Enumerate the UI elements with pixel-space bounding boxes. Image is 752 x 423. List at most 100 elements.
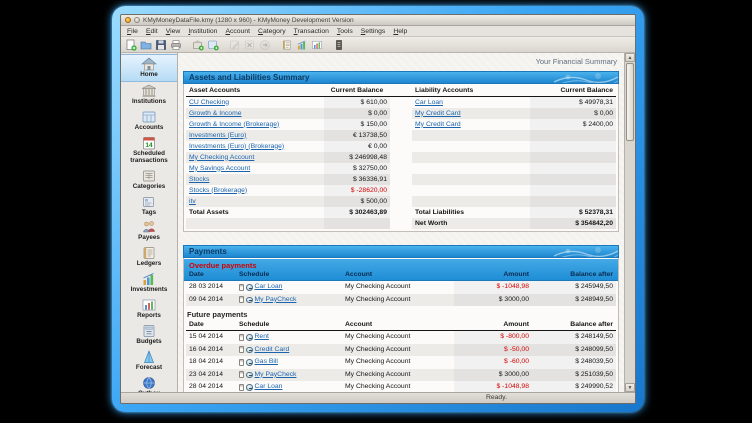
- skip-schedule-icon[interactable]: [246, 297, 253, 304]
- scroll-up-arrow-icon[interactable]: ▲: [625, 53, 635, 62]
- account-link-car-loan[interactable]: Car Loan: [415, 99, 443, 106]
- schedule-link-my-paycheck[interactable]: My PayCheck: [255, 296, 297, 304]
- goto-ledger-icon: [258, 38, 271, 51]
- sidebar-item-payees[interactable]: Payees: [121, 218, 177, 244]
- assets-liabilities-table: Asset Accounts Current Balance Liability…: [186, 85, 616, 229]
- payment-balance-after: $ 245949,50: [532, 281, 616, 294]
- enter-schedule-icon[interactable]: [239, 384, 244, 391]
- sidebar-item-label: Investments: [131, 287, 168, 294]
- enter-schedule-icon[interactable]: [239, 371, 244, 378]
- skip-schedule-icon[interactable]: [246, 384, 253, 391]
- window-title: KMyMoneyDataFile.kmy (1280 x 960) - KMyM…: [143, 17, 354, 24]
- detail-icon[interactable]: [332, 38, 345, 51]
- menu-account[interactable]: Account: [221, 28, 254, 35]
- column-header-liability-accounts: Liability Accounts: [412, 85, 530, 97]
- sidebar-item-institutions[interactable]: Institutions: [121, 82, 177, 108]
- account-name-cell: [412, 152, 530, 163]
- skip-schedule-icon[interactable]: [246, 372, 253, 379]
- payment-amount: $ -1048,98: [454, 281, 532, 294]
- payment-balance-after: $ 248149,50: [532, 331, 616, 344]
- account-name-cell: Net Worth: [412, 218, 530, 229]
- account-balance-cell: [324, 218, 390, 229]
- desktop-background: KMyMoneyDataFile.kmy (1280 x 960) - KMyM…: [0, 0, 752, 423]
- column-spacer: [390, 108, 412, 119]
- payment-account: My Checking Account: [342, 381, 454, 392]
- schedule-link-gas-bill[interactable]: Gas Bill: [255, 358, 278, 366]
- menu-file[interactable]: File: [123, 28, 142, 35]
- account-link-investments-euro[interactable]: Investments (Euro): [189, 132, 246, 139]
- payment-date: 28 03 2014: [186, 281, 236, 294]
- payments-section: Payments Overdue payments: [183, 245, 619, 392]
- scrollbar-thumb[interactable]: [626, 63, 634, 141]
- column-header-amount: Amount: [454, 320, 532, 331]
- account-link-stocks-brokerage[interactable]: Stocks (Brokerage): [189, 187, 247, 194]
- sidebar-item-label: Categories: [133, 184, 166, 191]
- skip-schedule-icon[interactable]: [246, 347, 253, 354]
- enter-schedule-icon[interactable]: [239, 346, 244, 353]
- title-bar: KMyMoneyDataFile.kmy (1280 x 960) - KMyM…: [121, 15, 635, 26]
- account-link-my-credit-card[interactable]: My Credit Card: [415, 121, 461, 128]
- sidebar-item-investments[interactable]: Investments: [121, 270, 177, 296]
- menu-help[interactable]: Help: [389, 28, 411, 35]
- skip-schedule-icon[interactable]: [246, 334, 253, 341]
- menu-view[interactable]: View: [162, 28, 185, 35]
- new-account-icon[interactable]: [206, 38, 219, 51]
- reports-icon[interactable]: [310, 38, 323, 51]
- schedule-link-car-loan[interactable]: Car Loan: [255, 283, 283, 291]
- future-payments-title: Future payments: [187, 310, 616, 319]
- schedule-link-rent[interactable]: Rent: [255, 333, 269, 341]
- menu-institution[interactable]: Institution: [184, 28, 221, 35]
- account-link-growth-income[interactable]: Growth & Income: [189, 110, 242, 117]
- account-link-investments-euro-brokerage[interactable]: Investments (Euro) (Brokerage): [189, 143, 284, 150]
- account-link-my-credit-card[interactable]: My Credit Card: [415, 110, 461, 117]
- schedule-link-credit-card[interactable]: Credit Card: [255, 346, 290, 354]
- menu-settings[interactable]: Settings: [357, 28, 390, 35]
- sidebar-item-budgets[interactable]: Budgets: [121, 322, 177, 348]
- overdue-payments-title: Overdue payments: [186, 259, 616, 270]
- print-icon[interactable]: [169, 38, 182, 51]
- account-link-my-savings-account[interactable]: My Savings Account: [189, 165, 250, 172]
- account-link-stocks[interactable]: Stocks: [189, 176, 209, 183]
- schedule-link-my-paycheck[interactable]: My PayCheck: [255, 371, 297, 379]
- reports-icon: [141, 298, 157, 312]
- investments-icon[interactable]: [295, 38, 308, 51]
- open-file-icon[interactable]: [139, 38, 152, 51]
- account-name-cell: [412, 163, 530, 174]
- payment-date: 16 04 2014: [186, 344, 236, 357]
- sidebar-item-accounts[interactable]: Accounts: [121, 108, 177, 134]
- enter-schedule-icon[interactable]: [239, 296, 244, 303]
- menu-tools[interactable]: Tools: [333, 28, 357, 35]
- sidebar-item-scheduled-transactions[interactable]: 14Scheduled transactions: [121, 134, 177, 167]
- new-institution-icon[interactable]: [191, 38, 204, 51]
- new-file-icon[interactable]: [124, 38, 137, 51]
- account-link-growth-income-brokerage[interactable]: Growth & Income (Brokerage): [189, 121, 279, 128]
- sidebar-item-ledgers[interactable]: Ledgers: [121, 244, 177, 270]
- main-scrollbar[interactable]: ▲ ▼: [624, 53, 635, 392]
- sidebar-item-reports[interactable]: Reports: [121, 296, 177, 322]
- ledgers-icon[interactable]: [280, 38, 293, 51]
- account-link-itv[interactable]: itv: [189, 198, 196, 205]
- account-link-my-checking-account[interactable]: My Checking Account: [189, 154, 254, 161]
- sidebar-item-categories[interactable]: Categories: [121, 167, 177, 193]
- payment-amount: $ -50,00: [454, 344, 532, 357]
- future-payments-table: 15 04 2014RentMy Checking Account$ -800,…: [186, 331, 616, 392]
- app-icon: [125, 17, 131, 23]
- skip-schedule-icon[interactable]: [246, 284, 253, 291]
- enter-schedule-icon[interactable]: [239, 359, 244, 366]
- menu-transaction[interactable]: Transaction: [290, 28, 333, 35]
- scroll-down-arrow-icon[interactable]: ▼: [625, 383, 635, 392]
- window-menu-button[interactable]: [134, 17, 140, 23]
- schedule-link-car-loan[interactable]: Car Loan: [255, 383, 283, 391]
- account-link-cu-checking[interactable]: CU Checking: [189, 99, 229, 106]
- account-name-cell: Car Loan: [412, 97, 530, 108]
- sidebar-item-home[interactable]: Home: [121, 54, 177, 82]
- sidebar-item-forecast[interactable]: Forecast: [121, 348, 177, 374]
- enter-schedule-icon[interactable]: [239, 334, 244, 341]
- sidebar-item-tags[interactable]: Tags: [121, 193, 177, 219]
- menu-edit[interactable]: Edit: [142, 28, 162, 35]
- save-icon[interactable]: [154, 38, 167, 51]
- enter-schedule-icon[interactable]: [239, 284, 244, 291]
- skip-schedule-icon[interactable]: [246, 359, 253, 366]
- sidebar-item-outbox[interactable]: Outbox: [121, 374, 177, 392]
- menu-category[interactable]: Category: [254, 28, 290, 35]
